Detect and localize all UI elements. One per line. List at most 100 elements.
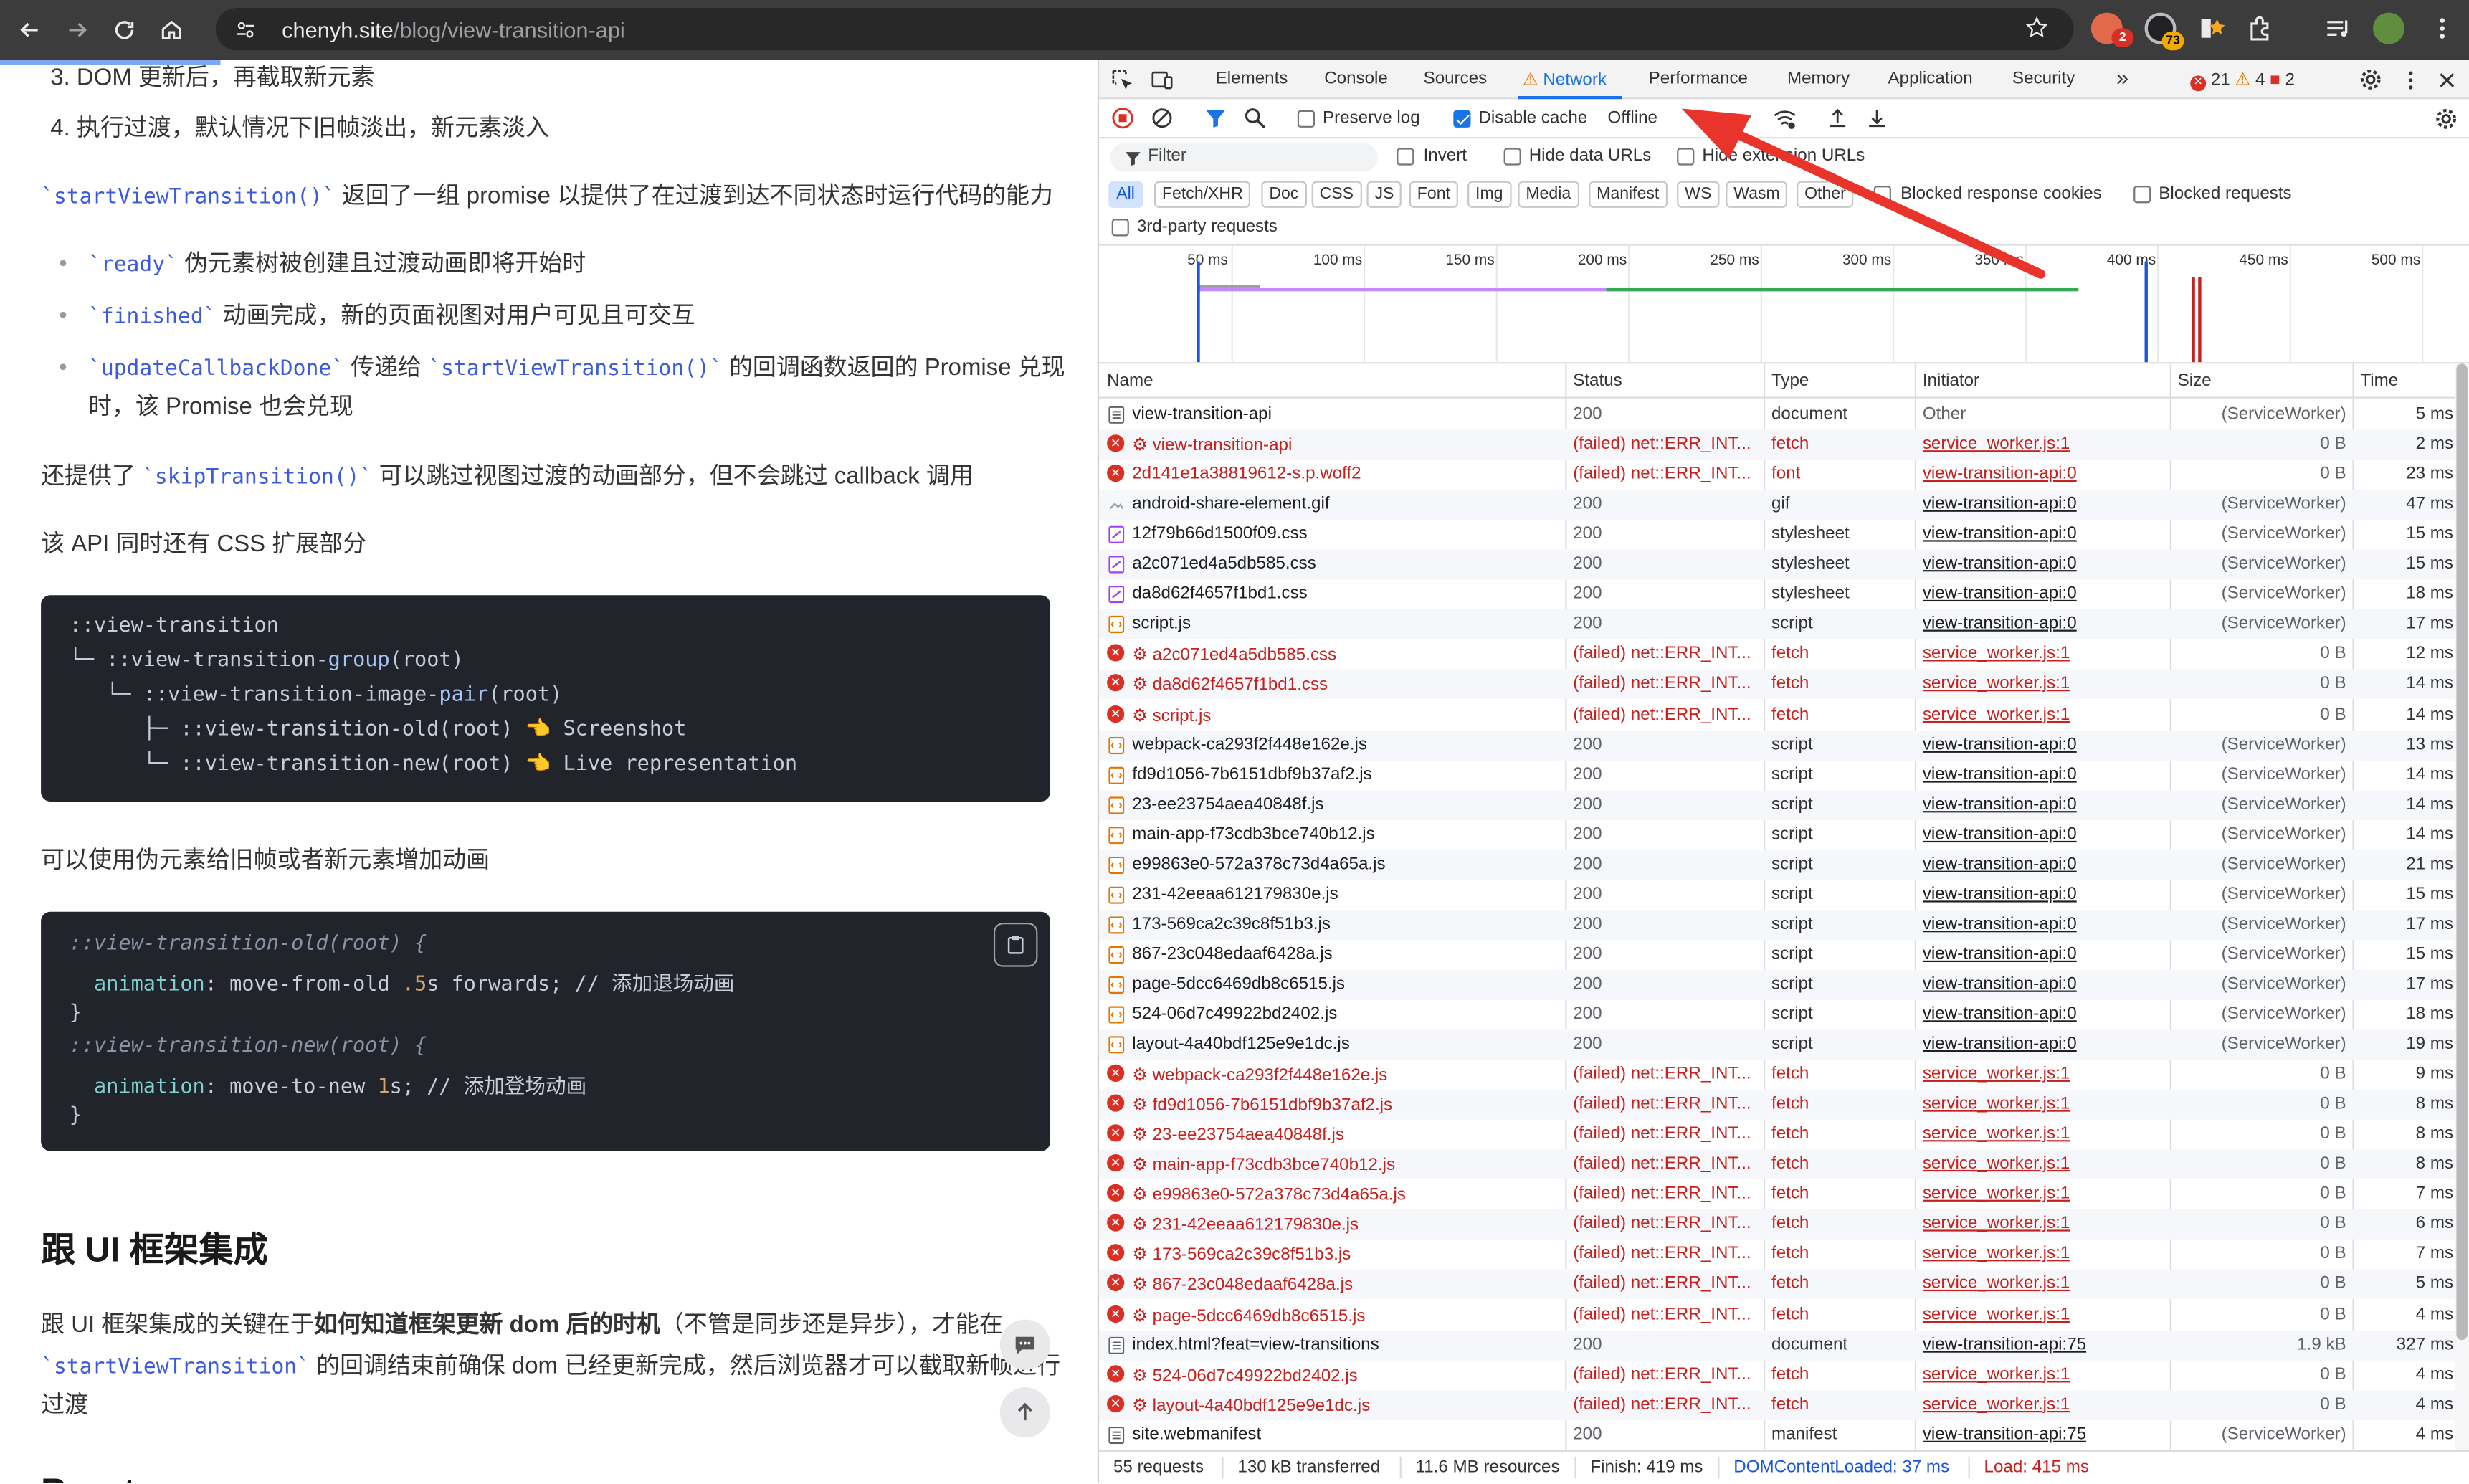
media-controls-icon[interactable] — [2324, 14, 2353, 43]
cell-init[interactable]: view-transition-api:0 — [1923, 765, 2166, 784]
tab-sources[interactable]: Sources — [1424, 70, 1488, 88]
network-settings-gear-icon[interactable] — [2435, 107, 2457, 129]
extension-icon-2[interactable]: 73 — [2144, 12, 2184, 51]
hide-extension-urls-checkbox[interactable] — [1677, 148, 1695, 166]
extensions-puzzle-icon[interactable] — [2247, 14, 2275, 43]
table-row[interactable]: webpack-ca293f2f448e162e.js 200 script view… — [1099, 730, 2469, 760]
filter-all[interactable]: All — [1108, 181, 1143, 208]
table-row[interactable]: ✕ ⚙ 867-23c048edaaf6428a.js (failed) net::… — [1099, 1270, 2469, 1300]
filter-input[interactable]: Filter — [1110, 143, 1378, 172]
table-row[interactable]: 173-569ca2c39c8f51b3.js 200 script view-tra… — [1099, 910, 2469, 940]
filter-manifest[interactable]: Manifest — [1589, 181, 1668, 208]
cell-init[interactable]: service_worker.js:1 — [1923, 1095, 2166, 1113]
filter-media[interactable]: Media — [1518, 181, 1579, 208]
filter-doc[interactable]: Doc — [1261, 181, 1307, 208]
cell-init[interactable]: service_worker.js:1 — [1923, 1125, 2166, 1143]
chrome-menu-icon[interactable] — [2428, 14, 2457, 43]
table-row[interactable]: da8d62f4657f1bd1.css 200 stylesheet view-tr… — [1099, 580, 2469, 610]
third-party-checkbox[interactable] — [1111, 219, 1129, 237]
cell-init[interactable]: view-transition-api:0 — [1923, 495, 2166, 513]
table-row[interactable]: ✕ ⚙ layout-4a40bdf125e9e1dc.js (failed) ne… — [1099, 1389, 2469, 1420]
cell-init[interactable]: service_worker.js:1 — [1923, 645, 2166, 663]
filter-font[interactable]: Font — [1409, 181, 1458, 208]
filter-wasm[interactable]: Wasm — [1726, 181, 1788, 208]
scrollbar-thumb[interactable] — [2456, 363, 2468, 1341]
tab-performance[interactable]: Performance — [1649, 70, 1748, 88]
column-name[interactable]: Name — [1107, 371, 1153, 390]
filter-img[interactable]: Img — [1467, 181, 1511, 208]
table-row[interactable]: site.webmanifest 200 manifest view-transiti… — [1099, 1419, 2469, 1450]
table-row[interactable]: e99863e0-572a378c73d4a65a.js 200 script vie… — [1099, 850, 2469, 880]
cell-init[interactable]: view-transition-api:0 — [1923, 735, 2166, 753]
table-row[interactable]: ✕ ⚙ page-5dcc6469db8c6515.js (failed) net:… — [1099, 1300, 2469, 1330]
filter-other[interactable]: Other — [1797, 181, 1854, 208]
record-stop-icon[interactable] — [1112, 107, 1134, 129]
table-row[interactable]: index.html?feat=view-transitions 200 docum… — [1099, 1329, 2469, 1360]
more-tabs-button[interactable]: » — [2116, 65, 2128, 90]
cell-init[interactable]: view-transition-api:0 — [1923, 885, 2166, 903]
import-har-icon[interactable] — [1827, 107, 1849, 129]
tab-console[interactable]: Console — [1324, 70, 1388, 88]
cell-init[interactable]: service_worker.js:1 — [1923, 1394, 2166, 1413]
filter-funnel-icon[interactable] — [1204, 107, 1227, 129]
table-row[interactable]: 867-23c048edaaf6428a.js 200 script view-tra… — [1099, 940, 2469, 970]
cell-init[interactable]: view-transition-api:0 — [1923, 585, 2166, 604]
cell-init[interactable]: service_worker.js:1 — [1923, 1364, 2166, 1383]
site-info-icon[interactable] — [232, 15, 260, 44]
cell-init[interactable]: service_worker.js:1 — [1923, 1305, 2166, 1323]
table-row[interactable]: ✕ ⚙ 524-06d7c49922bd2402.js (failed) net::… — [1099, 1360, 2469, 1390]
copy-code-button[interactable] — [993, 923, 1038, 967]
table-row[interactable]: ✕ ⚙ view-transition-api (failed) net::ERR_… — [1099, 429, 2469, 460]
hide-data-urls-checkbox[interactable] — [1503, 148, 1521, 166]
blocked-requests-checkbox[interactable] — [2133, 186, 2151, 204]
table-row[interactable]: ✕ ⚙ script.js (failed) net::ERR_INT... fetc… — [1099, 700, 2469, 730]
settings-gear-icon[interactable] — [2359, 67, 2381, 90]
cell-init[interactable]: view-transition-api:75 — [1923, 1335, 2166, 1354]
table-row[interactable]: ✕ ⚙ 231-42eeaa612179830e.js (failed) net::… — [1099, 1209, 2469, 1240]
table-row[interactable]: 524-06d7c49922bd2402.js 200 script view-tra… — [1099, 1000, 2469, 1030]
export-har-icon[interactable] — [1866, 107, 1888, 129]
forward-button[interactable] — [60, 13, 94, 47]
column-size[interactable]: Size — [2178, 371, 2212, 390]
filter-ws[interactable]: WS — [1677, 181, 1720, 208]
table-row[interactable]: ✕ ⚙ 23-ee23754aea40848f.js (failed) net::E… — [1099, 1120, 2469, 1150]
preserve-log-checkbox[interactable] — [1297, 110, 1316, 128]
cell-init[interactable]: view-transition-api:0 — [1923, 465, 2166, 483]
cell-init[interactable]: service_worker.js:1 — [1923, 1065, 2166, 1083]
throttling-select[interactable]: Offline — [1608, 109, 1657, 128]
cell-init[interactable]: service_worker.js:1 — [1923, 1214, 2166, 1233]
cell-init[interactable]: view-transition-api:0 — [1923, 855, 2166, 873]
cell-init[interactable]: view-transition-api:0 — [1923, 525, 2166, 543]
tab-network[interactable]: ⚠ Network — [1523, 70, 1607, 90]
home-button[interactable] — [154, 13, 189, 47]
table-row[interactable]: ✕ ⚙ fd9d1056-7b6151dbf9b37af2.js (failed) … — [1099, 1090, 2469, 1120]
devtools-menu-icon[interactable] — [2399, 70, 2422, 92]
network-overview-timeline[interactable]: 50 ms 100 ms 150 ms 200 ms 250 ms 300 ms… — [1099, 244, 2469, 366]
invert-checkbox[interactable] — [1397, 148, 1414, 166]
cell-init[interactable]: view-transition-api:0 — [1923, 945, 2166, 964]
back-to-top-button[interactable] — [999, 1387, 1051, 1438]
cell-init[interactable]: view-transition-api:75 — [1923, 1424, 2166, 1443]
tab-memory[interactable]: Memory — [1787, 70, 1850, 88]
cell-init[interactable]: service_worker.js:1 — [1923, 1184, 2166, 1203]
device-toolbar-icon[interactable] — [1151, 70, 1174, 92]
blocked-cookies-checkbox[interactable] — [1873, 186, 1891, 204]
table-row[interactable]: page-5dcc6469db8c6515.js 200 script view-tr… — [1099, 969, 2469, 1000]
inspect-element-icon[interactable] — [1112, 70, 1134, 92]
tab-elements[interactable]: Elements — [1216, 70, 1288, 88]
filter-fetch-xhr[interactable]: Fetch/XHR — [1153, 181, 1251, 208]
profile-avatar[interactable] — [2373, 12, 2404, 44]
table-row[interactable]: ✕ ⚙ webpack-ca293f2f448e162e.js (failed) n… — [1099, 1060, 2469, 1090]
cell-init[interactable]: view-transition-api:0 — [1923, 794, 2166, 813]
table-row[interactable]: ✕ 2d141e1a38819612-s.p.woff2 (failed) net:… — [1099, 460, 2469, 490]
tab-security[interactable]: Security — [2012, 70, 2075, 88]
table-row[interactable]: 23-ee23754aea40848f.js 200 script view-tran… — [1099, 789, 2469, 820]
reload-button[interactable] — [107, 13, 141, 47]
cell-init[interactable]: service_worker.js:1 — [1923, 434, 2166, 453]
network-conditions-icon[interactable] — [1773, 107, 1796, 129]
column-status[interactable]: Status — [1573, 371, 1622, 390]
cell-init[interactable]: service_worker.js:1 — [1923, 675, 2166, 693]
table-row[interactable]: ✕ ⚙ 173-569ca2c39c8f51b3.js (failed) net::… — [1099, 1240, 2469, 1270]
cell-init[interactable]: service_worker.js:1 — [1923, 1155, 2166, 1174]
cell-init[interactable]: view-transition-api:0 — [1923, 1004, 2166, 1023]
